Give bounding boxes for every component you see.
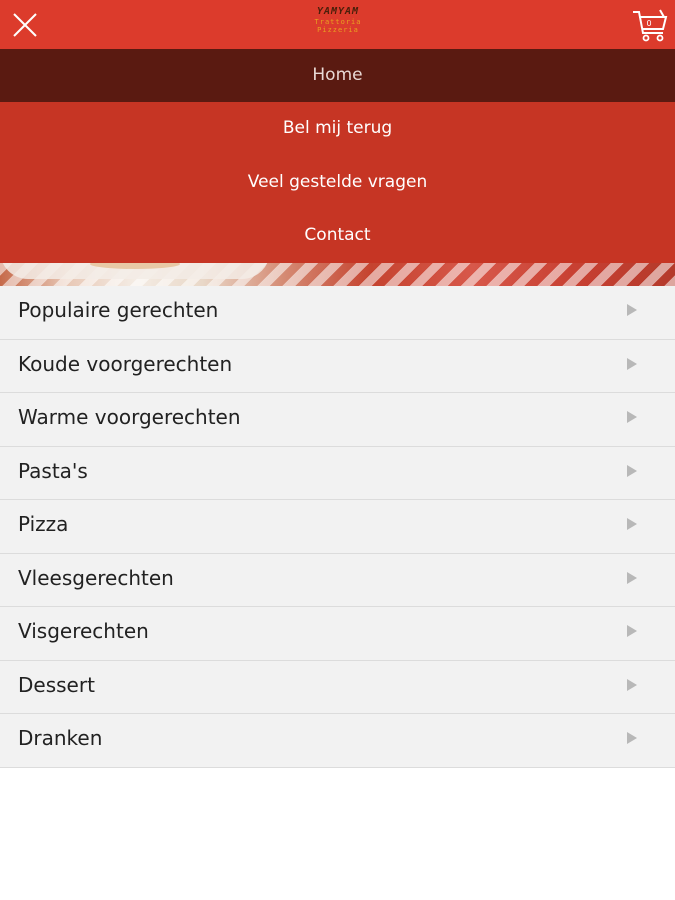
category-label: Warme voorgerechten	[18, 405, 241, 429]
restaurant-logo[interactable]: YAMYAM Trattoria Pizzeria	[298, 6, 378, 42]
header-banner-image	[0, 263, 675, 286]
menu-item-contact[interactable]: Contact	[0, 209, 675, 263]
category-row[interactable]: Dessert	[0, 660, 675, 714]
chevron-right-icon	[627, 625, 637, 637]
menu-item-faq[interactable]: Veel gestelde vragen	[0, 156, 675, 210]
category-label: Dranken	[18, 726, 103, 750]
category-row[interactable]: Dranken	[0, 714, 675, 768]
logo-line2: Trattoria	[314, 18, 362, 26]
category-label: Populaire gerechten	[18, 298, 219, 322]
side-menu: Bel mij terug Veel gestelde vragen Conta…	[0, 102, 675, 263]
close-icon	[13, 13, 37, 37]
logo-line1: YAMYAM	[316, 6, 360, 17]
category-label: Pasta's	[18, 458, 88, 483]
category-label: Visgerechten	[18, 619, 149, 643]
cart-count-badge: 0	[646, 19, 652, 28]
chevron-right-icon	[627, 571, 637, 584]
chevron-right-icon	[627, 678, 637, 691]
menu-item-bel-mij-terug[interactable]: Bel mij terug	[0, 102, 675, 156]
chevron-right-icon	[627, 464, 637, 477]
category-row[interactable]: Visgerechten	[0, 607, 675, 661]
close-menu-button[interactable]	[8, 8, 42, 42]
category-list: Populaire gerechten Koude voorgerechten …	[0, 286, 675, 768]
category-label: Dessert	[18, 672, 95, 697]
category-row[interactable]: Warme voorgerechten	[0, 393, 675, 447]
menu-item-home[interactable]: Home	[0, 49, 675, 102]
category-row[interactable]: Koude voorgerechten	[0, 339, 675, 393]
category-label: Vleesgerechten	[18, 565, 174, 590]
category-row[interactable]: Populaire gerechten	[0, 286, 675, 340]
chevron-right-icon	[627, 732, 637, 744]
category-label: Koude voorgerechten	[18, 351, 233, 376]
category-row[interactable]: Pizza	[0, 500, 675, 554]
category-row[interactable]: Pasta's	[0, 446, 675, 500]
chevron-right-icon	[627, 357, 637, 370]
chevron-right-icon	[627, 518, 637, 530]
logo-line3: Pizzeria	[317, 26, 359, 34]
category-row[interactable]: Vleesgerechten	[0, 553, 675, 607]
top-bar: YAMYAM Trattoria Pizzeria 0	[0, 0, 675, 49]
chevron-right-icon	[627, 411, 637, 423]
category-label: Pizza	[18, 512, 69, 536]
chevron-right-icon	[627, 304, 637, 316]
